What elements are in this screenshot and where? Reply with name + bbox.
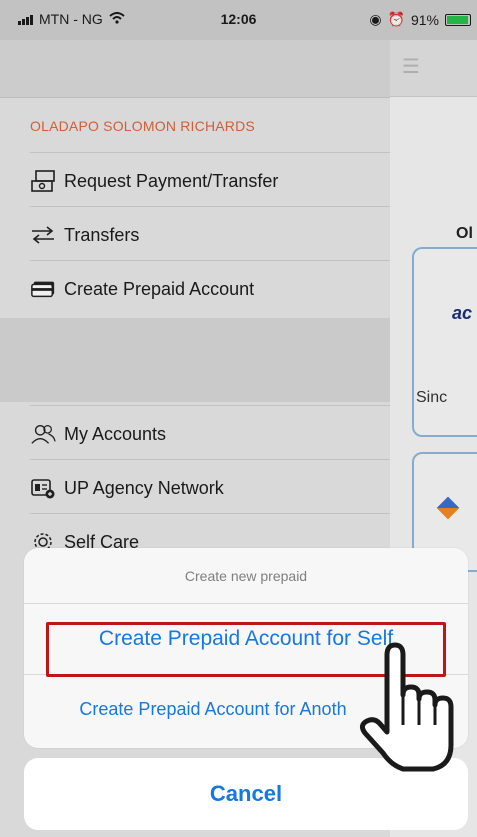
hand-pointer-icon	[347, 637, 467, 777]
app-screen: MTN - NG 12:06 ◉ ⏰ 91% ☰ Ol ac Sinc OLAD	[0, 0, 477, 837]
action-sheet-title: Create new prepaid	[24, 548, 468, 604]
cancel-label: Cancel	[209, 781, 283, 806]
option-another-label: Create Prepaid Account for Anoth	[79, 699, 347, 719]
